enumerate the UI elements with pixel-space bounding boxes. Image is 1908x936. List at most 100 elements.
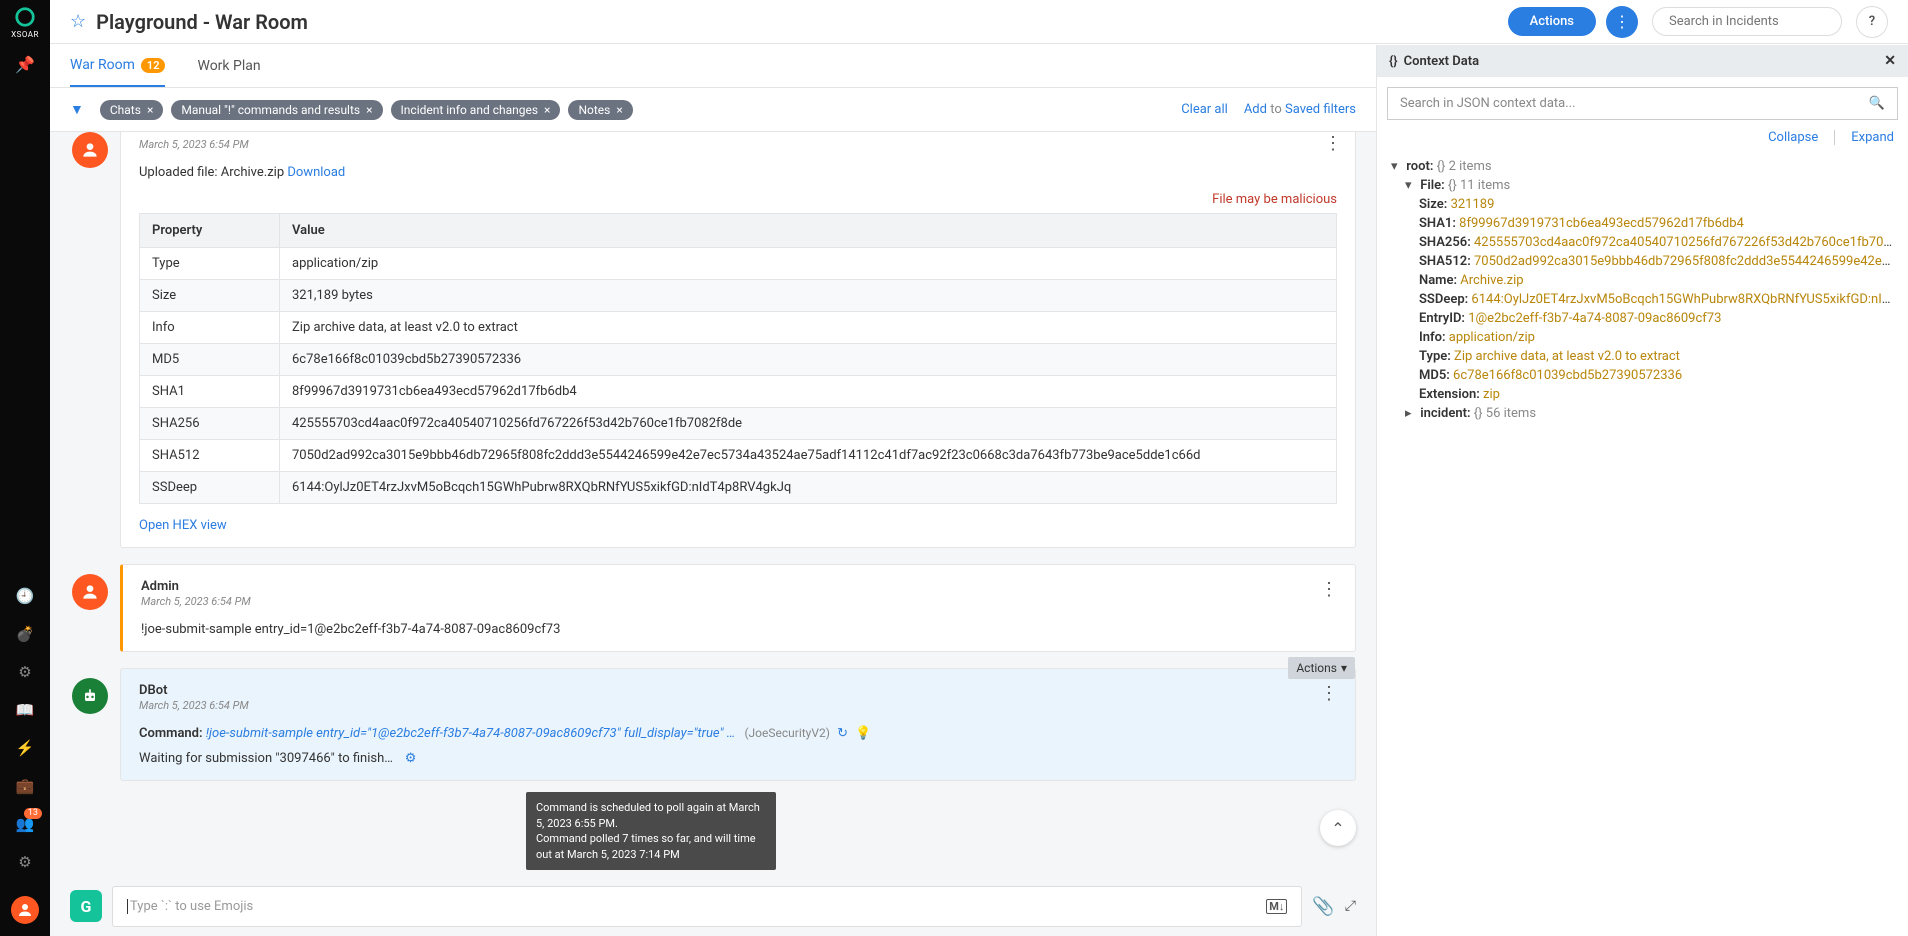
tree-node-file[interactable]: ▾ File: {} 11 items (1391, 176, 1894, 195)
tree-leaf[interactable]: Info: application/zip (1391, 328, 1894, 347)
caret-right-icon: ▸ (1405, 406, 1417, 421)
tree-leaf[interactable]: EntryID: 1@e2bc2eff-f3b7-4a74-8087-09ac8… (1391, 309, 1894, 328)
table-row: Typeapplication/zip (140, 248, 1337, 280)
tree-leaf[interactable]: Size: 321189 (1391, 195, 1894, 214)
waiting-text: Waiting for submission "3097466" to fini… (139, 751, 393, 766)
filter-chip[interactable]: Chats× (100, 100, 163, 120)
dbot-avatar-icon (72, 678, 108, 714)
table-row: MD56c78e166f8c01039cbd5b27390572336 (140, 344, 1337, 376)
chip-remove-icon[interactable]: × (544, 103, 550, 117)
entry-menu-icon[interactable]: ⋮ (1320, 579, 1337, 600)
bolt-icon[interactable]: ⚡ (0, 736, 50, 760)
table-row: SSDeep6144:OylJz0ET4rzJxvM5oBcqch15GWhPu… (140, 472, 1337, 504)
cell-property: Size (140, 280, 280, 312)
cell-value: 7050d2ad992ca3015e9bbb46db72965f808fc2dd… (280, 440, 1337, 472)
command-value: !joe-submit-sample entry_id="1@e2bc2eff-… (206, 726, 735, 741)
cell-value: 321,189 bytes (280, 280, 1337, 312)
refresh-icon[interactable]: ↻ (837, 726, 848, 741)
gear-icon[interactable]: ⚙ (0, 850, 50, 874)
tab-label: War Room (70, 57, 135, 73)
chip-remove-icon[interactable]: × (616, 103, 622, 117)
close-icon[interactable]: ✕ (1884, 53, 1896, 69)
star-icon[interactable]: ☆ (70, 11, 86, 32)
war-room-feed: March 5, 2023 6:54 PM ⋮ Uploaded file: A… (50, 132, 1376, 876)
context-title: Context Data (1404, 54, 1479, 69)
tab-war-room[interactable]: War Room 12 (70, 45, 165, 87)
cell-value: 425555703cd4aac0f972ca40540710256fd76722… (280, 408, 1337, 440)
cell-value: 8f99967d3919731cb6ea493ecd57962d17fb6db4 (280, 376, 1337, 408)
history-icon[interactable]: 🕘 (0, 584, 50, 608)
attachment-icon[interactable]: 📎 (1312, 896, 1334, 917)
bulb-icon[interactable]: 💡 (855, 726, 871, 741)
cell-value: Zip archive data, at least v2.0 to extra… (280, 312, 1337, 344)
cell-property: SHA256 (140, 408, 280, 440)
expand-icon[interactable]: ⤢ (1345, 898, 1356, 914)
scroll-top-button[interactable]: ⌃ (1320, 810, 1356, 846)
entry-user: Admin (141, 579, 251, 594)
table-row: SHA256425555703cd4aac0f972ca40540710256f… (140, 408, 1337, 440)
braces-icon: {} (1389, 54, 1398, 69)
tree-leaf[interactable]: SHA1: 8f99967d3919731cb6ea493ecd57962d17… (1391, 214, 1894, 233)
user-avatar[interactable] (11, 896, 39, 924)
add-filter-link[interactable]: Add (1244, 102, 1267, 117)
filter-icon[interactable]: ▼ (70, 101, 84, 118)
expand-link[interactable]: Expand (1851, 130, 1894, 145)
th-property: Property (140, 214, 280, 248)
filter-chip[interactable]: Incident info and changes× (391, 100, 561, 120)
input-placeholder: Type `:` to use Emojis (127, 899, 253, 914)
context-search-input[interactable]: Search in JSON context data... 🔍 (1387, 87, 1898, 120)
filter-to-label: to (1270, 102, 1282, 117)
table-row: SHA18f99967d3919731cb6ea493ecd57962d17fb… (140, 376, 1337, 408)
command-entry-card: Admin March 5, 2023 6:54 PM ⋮ !joe-submi… (120, 564, 1356, 652)
entry-timestamp: March 5, 2023 6:54 PM (139, 138, 1337, 151)
download-link[interactable]: Download (287, 165, 345, 180)
users-icon[interactable]: 👥13 (0, 812, 50, 836)
message-input[interactable]: Type `:` to use Emojis M↓ (112, 886, 1302, 927)
caret-down-icon: ▾ (1405, 178, 1417, 193)
tab-work-plan[interactable]: Work Plan (197, 46, 260, 86)
entry-actions-dropdown[interactable]: Actions ▾ (1288, 657, 1355, 679)
clear-all-link[interactable]: Clear all (1181, 102, 1228, 117)
chevron-down-icon: ▾ (1341, 661, 1347, 675)
table-row: Size321,189 bytes (140, 280, 1337, 312)
tree-node-incident[interactable]: ▸ incident: {} 56 items (1391, 404, 1894, 423)
bomb-icon[interactable]: 💣 (0, 622, 50, 646)
book-icon[interactable]: 📖 (0, 698, 50, 722)
entry-timestamp: March 5, 2023 6:54 PM (141, 595, 251, 608)
chip-remove-icon[interactable]: × (147, 103, 153, 117)
collapse-link[interactable]: Collapse (1768, 130, 1818, 145)
cell-value: 6144:OylJz0ET4rzJxvM5oBcqch15GWhPubrw8RX… (280, 472, 1337, 504)
grammarly-icon[interactable]: G (70, 890, 102, 922)
entry-menu-icon[interactable]: ⋮ (1324, 133, 1341, 154)
cell-value: 6c78e166f8c01039cbd5b27390572336 (280, 344, 1337, 376)
more-button[interactable]: ⋮ (1606, 6, 1638, 38)
cell-property: Type (140, 248, 280, 280)
xsoar-logo[interactable]: XSOAR (0, 0, 50, 44)
page-header: ☆ Playground - War Room Actions ⋮ ? (50, 0, 1908, 44)
tree-leaf[interactable]: SHA512: 7050d2ad992ca3015e9bbb46db72965f… (1391, 252, 1894, 271)
open-hex-link[interactable]: Open HEX view (139, 518, 227, 533)
entry-user: DBot (139, 683, 249, 698)
th-value: Value (280, 214, 1337, 248)
tree-leaf[interactable]: Type: Zip archive data, at least v2.0 to… (1391, 347, 1894, 366)
tree-leaf[interactable]: SSDeep: 6144:OylJz0ET4rzJxvM5oBcqch15GWh… (1391, 290, 1894, 309)
tree-leaf[interactable]: MD5: 6c78e166f8c01039cbd5b27390572336 (1391, 366, 1894, 385)
filter-chip[interactable]: Manual "!" commands and results× (171, 100, 382, 120)
polling-tooltip: Command is scheduled to poll again at Ma… (526, 792, 776, 870)
search-input[interactable] (1652, 7, 1842, 36)
actions-button[interactable]: Actions (1508, 7, 1596, 36)
saved-filters-link[interactable]: Saved filters (1285, 102, 1356, 117)
tree-node-root[interactable]: ▾ root: {} 2 items (1391, 157, 1894, 176)
filter-chip[interactable]: Notes× (568, 100, 632, 120)
tree-leaf[interactable]: SHA256: 425555703cd4aac0f972ca4054071025… (1391, 233, 1894, 252)
pin-icon[interactable]: 📌 (0, 44, 50, 84)
markdown-icon[interactable]: M↓ (1266, 899, 1287, 914)
sliders-icon[interactable]: ⚙ (0, 660, 50, 684)
chip-remove-icon[interactable]: × (366, 103, 372, 117)
page-title: Playground - War Room (96, 10, 1508, 34)
help-button[interactable]: ? (1856, 6, 1888, 38)
briefcase-icon[interactable]: 💼 (0, 774, 50, 798)
entry-menu-icon[interactable]: ⋮ (1320, 683, 1337, 704)
tree-leaf[interactable]: Extension: zip (1391, 385, 1894, 404)
tree-leaf[interactable]: Name: Archive.zip (1391, 271, 1894, 290)
